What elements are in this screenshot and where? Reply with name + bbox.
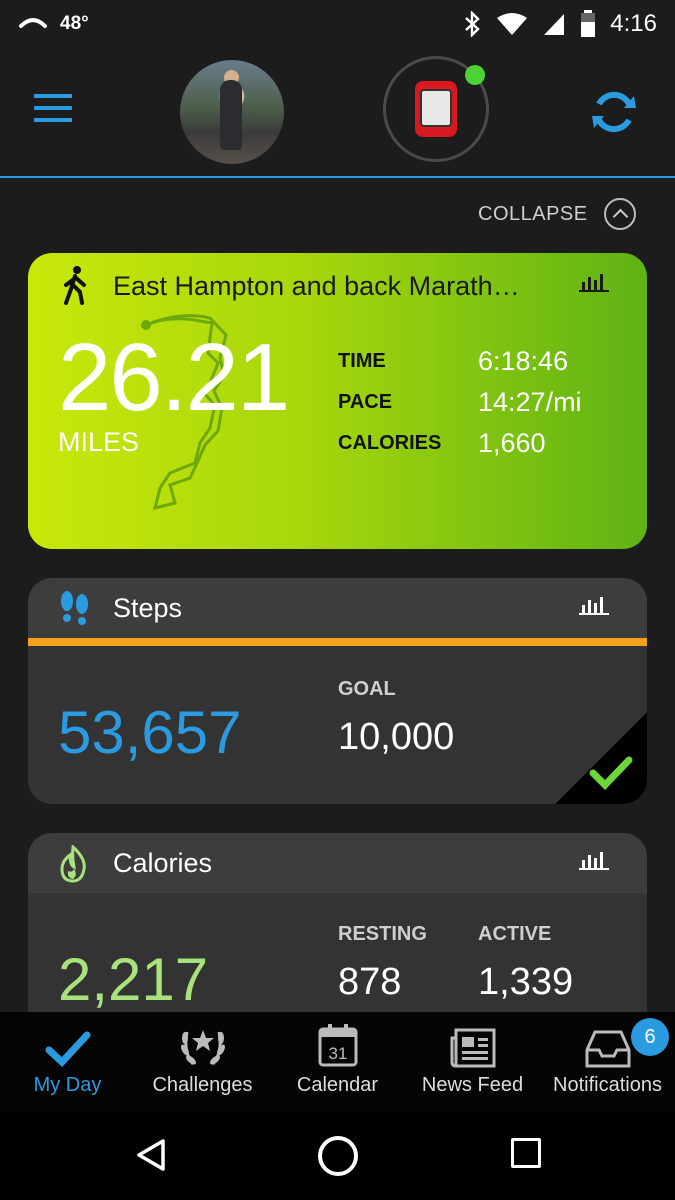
activity-distance: 26.21 [58,324,290,431]
bottom-tab-bar: My Day Challenges 31 Calendar News Feed [0,1012,675,1112]
steps-card[interactable]: Steps 53,657 GOAL 10,000 [28,578,647,804]
temperature: 48° [60,13,89,34]
app-bar [0,48,675,178]
back-icon[interactable] [135,1138,167,1172]
activity-stats: TIME 6:18:46 PACE 14:27/mi CALORIES 1,66… [338,341,582,464]
battery-icon [581,10,596,37]
status-bar: 48° 4:16 [0,0,675,48]
avatar-person [220,80,242,150]
inbox-icon [585,1030,630,1068]
menu-icon[interactable] [34,94,72,124]
bar-chart-icon[interactable] [579,594,609,616]
goal-value: 10,000 [338,716,455,758]
walking-icon [64,266,86,305]
newspaper-icon [450,1028,495,1068]
device-status-dot [465,65,485,85]
stat-label: TIME [338,350,386,372]
tab-notifications[interactable]: Notifications 6 [540,1012,675,1112]
notification-badge: 6 [631,1018,669,1056]
active-label: ACTIVE [478,923,552,945]
laurel-icon [180,1030,225,1065]
avatar[interactable] [180,60,284,164]
flame-icon [60,845,86,883]
resting-value: 878 [338,961,402,1003]
steps-progress-bar [28,638,647,646]
recents-icon[interactable] [511,1138,541,1168]
active-value: 1,339 [478,961,574,1003]
stat-value: 1,660 [478,428,546,458]
bar-chart-icon[interactable] [579,271,609,293]
tab-my-day[interactable]: My Day [0,1012,135,1112]
tab-label: News Feed [421,1074,524,1096]
calories-title: Calories [113,848,213,878]
stat-value: 14:27/mi [478,387,582,417]
device-button[interactable] [383,56,489,162]
tab-calendar[interactable]: 31 Calendar [270,1012,405,1112]
wifi-icon [497,13,528,35]
weather-icon [19,18,47,28]
watch-icon [415,81,457,137]
goal-label: GOAL [338,678,396,700]
steps-value: 53,657 [58,699,242,766]
clock: 4:16 [610,10,657,37]
activity-unit: MILES [58,427,140,457]
home-icon[interactable] [318,1136,358,1176]
chevron-up-icon [603,198,636,230]
calories-card-header: Calories [28,833,647,893]
collapse-label: COLLAPSE [478,202,588,225]
tab-news-feed[interactable]: News Feed [405,1012,540,1112]
tab-label: Calendar [296,1074,379,1096]
calendar-icon-date: 31 [328,1044,347,1063]
check-icon [589,756,633,790]
stat-label: PACE [338,391,393,413]
stat-row-calories: CALORIES 1,660 [338,423,582,464]
system-nav-bar [0,1112,675,1200]
resting-label: RESTING [338,923,427,945]
collapse-button[interactable]: COLLAPSE [478,198,636,230]
calories-value: 2,217 [58,946,209,1013]
steps-title: Steps [113,593,183,623]
tab-label: Challenges [152,1074,253,1096]
stat-label: CALORIES [338,432,442,454]
stat-value: 6:18:46 [478,346,569,376]
stat-row-pace: PACE 14:27/mi [338,382,582,423]
tab-challenges[interactable]: Challenges [135,1012,270,1112]
signal-icon [544,14,565,35]
steps-card-header: Steps [28,578,647,638]
bluetooth-icon [465,11,481,37]
stat-row-time: TIME 6:18:46 [338,341,582,382]
sync-icon[interactable] [588,86,640,138]
calories-card[interactable]: Calories 2,217 RESTING 878 ACTIVE 1,339 [28,833,647,1033]
activity-title: East Hampton and back Marath… [113,271,520,301]
bar-chart-icon[interactable] [579,849,609,871]
activity-card[interactable]: East Hampton and back Marath… 26.21 MILE… [28,253,647,549]
calendar-icon: 31 [318,1024,357,1067]
tab-label: My Day [33,1074,102,1096]
footprints-icon [61,591,88,625]
tab-label: Notifications [553,1074,662,1096]
checkmark-icon [45,1031,90,1067]
